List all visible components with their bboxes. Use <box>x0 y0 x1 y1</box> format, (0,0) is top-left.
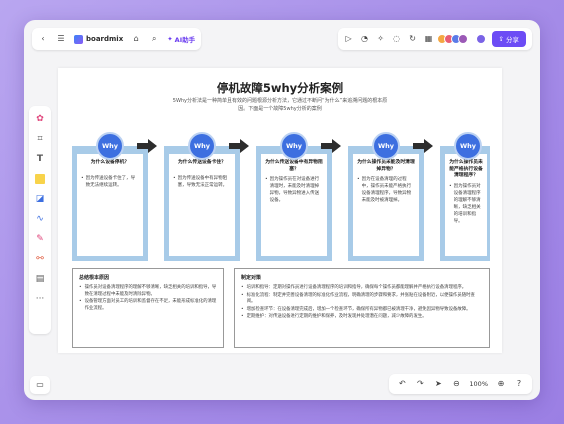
why-answer: • 因为传送设备中有异物阻塞，导致无法正常运转。 <box>169 172 235 190</box>
history-icon[interactable]: ↻ <box>408 34 418 44</box>
document-intro: 5Why分析法是一种简单且有效的问题根源分析方法，它通过不断问“为什么”来追溯问… <box>172 98 388 112</box>
ai-assistant-button[interactable]: ✦ AI助手 <box>167 34 195 44</box>
why-column[interactable]: 为什么操作员未能严格执行设备清理程序？ • 因为操作员对设备清理程序的理解不够清晰… <box>440 146 490 261</box>
vote-icon[interactable]: ✧ <box>376 34 386 44</box>
list-item: • 定期维护：对传送设备进行定期的维护和保养，及时发现并处理潜在问题，减少故障的发… <box>241 314 427 320</box>
share-icon: ⇪ <box>498 35 504 43</box>
comment-icon[interactable]: ◌ <box>392 34 402 44</box>
minimap-button[interactable]: ▭ <box>30 376 50 394</box>
arrow-right-icon <box>321 139 341 153</box>
menu-icon[interactable]: ☰ <box>56 34 66 44</box>
zoom-in-icon[interactable]: ⊕ <box>496 379 506 389</box>
ai-assistant-label: AI助手 <box>174 36 196 44</box>
why-card: 为什么传送设备中有异物阻塞？ • 因为操作员在对设备进行清理时，未能及时清理掉异物… <box>261 154 327 256</box>
why-card: 为什么操作员未能严格执行设备清理程序？ • 因为操作员对设备清理程序的理解不够清晰… <box>445 154 487 256</box>
undo-icon[interactable]: ↶ <box>397 379 407 389</box>
why-card: 为什么操作员未能及时清理掉异物？ • 因为在设备清理的过程中，操作员未能严格执行设… <box>353 154 419 256</box>
list-item-text: 标准化流程：制定并完善设备清理的标准化作业流程，明确清理的步骤和要求，并张贴在设… <box>246 292 475 305</box>
apps-icon[interactable]: ▦ <box>424 34 434 44</box>
pointer-icon[interactable]: ➤ <box>433 379 443 389</box>
help-icon[interactable]: ? <box>514 379 524 389</box>
left-toolbar: ✿ ⌗ T ◪ ∿ ✎ ⚯ ▤ ··· <box>29 106 51 334</box>
arrow-right-icon <box>137 139 157 153</box>
board-canvas[interactable]: 停机故障5why分析案例 5Why分析法是一种简单且有效的问题根源分析方法，它通… <box>58 68 502 353</box>
why-circle: Why <box>454 132 482 160</box>
why-circle: Why <box>280 132 308 160</box>
zoom-out-icon[interactable]: ⊖ <box>451 379 461 389</box>
tag-icon[interactable]: ⌂ <box>131 34 141 44</box>
arrow-right-icon <box>413 139 433 153</box>
why-circle: Why <box>372 132 400 160</box>
why-answer-text: 因为在设备清理的过程中，操作员未能严格执行设备清理程序，导致异物未能及时被清理掉… <box>361 177 412 204</box>
why-answer-text: 因为传送设备中有异物阻塞，导致无法正常运转。 <box>177 176 228 188</box>
timer-icon[interactable]: ◔ <box>360 34 370 44</box>
why-card: 为什么设备停机？ • 因为传送设备卡住了，导致无法继续运转。 <box>77 154 143 256</box>
why-column[interactable]: 为什么操作员未能及时清理掉异物？ • 因为在设备清理的过程中，操作员未能严格执行设… <box>348 146 424 261</box>
play-icon[interactable]: ▷ <box>344 34 354 44</box>
why-answer: • 因为操作员对设备清理程序的理解不够清晰，缺乏相关的培训和指导。 <box>445 180 487 226</box>
more-icon[interactable]: ··· <box>34 292 47 305</box>
table-icon[interactable]: ▤ <box>34 272 47 285</box>
list-item: • 增加检查环节：在设备清理完成后，增加一个检查环节，确保所有异物都已被清理干净，… <box>241 306 471 312</box>
redo-icon[interactable]: ↷ <box>415 379 425 389</box>
ai-sparkle-icon: ✦ <box>167 35 173 43</box>
collaborators[interactable] <box>436 34 468 44</box>
frame-icon[interactable]: ⌗ <box>34 132 47 145</box>
list-item: • 培训和指导：定期对操作员进行设备清理程序的培训和指导，确保每个操作员都能理解并… <box>241 285 467 290</box>
back-icon[interactable]: ‹ <box>38 34 48 44</box>
bottom-toolbar: ↶ ↷ ➤ ⊖ 100% ⊕ ? <box>389 374 532 394</box>
why-card: 为什么传送设备卡住？ • 因为传送设备中有异物阻塞，导致无法正常运转。 <box>169 154 235 256</box>
shape-icon[interactable]: ◪ <box>34 192 47 205</box>
app-window: ‹ ☰ boardmix ⌂ ⌕ ✦ AI助手 ▷ ◔ ✧ ◌ ↻ ▦ ⇪ 分享 <box>24 20 540 400</box>
user-avatar[interactable] <box>475 34 486 44</box>
list-item: • 标准化流程：制定并完善设备清理的标准化作业流程，明确清理的步骤和要求，并张贴在… <box>241 293 483 306</box>
sticky-note-icon[interactable] <box>34 172 47 185</box>
zoom-level[interactable]: 100% <box>469 380 488 388</box>
why-answer: • 因为操作员在对设备进行清理时，未能及时清理掉异物，导致异物进入传送设备。 <box>261 173 327 205</box>
connector-icon[interactable]: ∿ <box>34 212 47 225</box>
root-cause-list: • 操作员对设备清理程序的理解不够清晰，缺乏相关的培训和指导，导致在清理过程中未能… <box>79 285 217 312</box>
why-column[interactable]: 为什么传送设备卡住？ • 因为传送设备中有异物阻塞，导致无法正常运转。 <box>164 146 240 261</box>
minimap-icon: ▭ <box>36 380 44 389</box>
mindmap-icon[interactable]: ⚯ <box>34 252 47 265</box>
countermeasures-box[interactable]: 制定对策 • 培训和指导：定期对操作员进行设备清理程序的培训和指导，确保每个操作员… <box>234 268 490 348</box>
share-button[interactable]: ⇪ 分享 <box>491 31 526 47</box>
countermeasures-heading: 制定对策 <box>241 275 262 281</box>
avatar <box>457 34 468 44</box>
list-item: • 操作员对设备清理程序的理解不够清晰，缺乏相关的培训和指导，导致在清理过程中未能… <box>79 285 217 297</box>
why-answer-text: 因为传送设备卡住了，导致无法继续运转。 <box>85 176 136 188</box>
template-icon[interactable]: ✿ <box>34 112 47 125</box>
pen-icon[interactable]: ✎ <box>34 232 47 245</box>
list-item-text: 增加检查环节：在设备清理完成后，增加一个检查环节，确保所有异物都已被清理干净，避… <box>246 306 471 312</box>
why-column[interactable]: 为什么传送设备中有异物阻塞？ • 因为操作员在对设备进行清理时，未能及时清理掉异物… <box>256 146 332 261</box>
list-item-text: 定期维护：对传送设备进行定期的维护和保养，及时发现并处理潜在问题，减少故障的发生… <box>246 314 427 320</box>
app-name: boardmix <box>86 35 124 43</box>
why-answer-text: 因为操作员在对设备进行清理时，未能及时清理掉异物，导致异物进入传送设备。 <box>269 177 320 204</box>
list-item: • 设备管理方面对员工的培训和监督存在不足，未能形成标准化的清理作业流程。 <box>79 299 217 311</box>
top-right-toolbar: ▷ ◔ ✧ ◌ ↻ ▦ ⇪ 分享 <box>337 28 532 50</box>
root-cause-box[interactable]: 总结根本原因 • 操作员对设备清理程序的理解不够清晰，缺乏相关的培训和指导，导致在… <box>72 268 224 348</box>
why-answer-text: 因为操作员对设备清理程序的理解不够清晰，缺乏相关的培训和指导。 <box>453 184 481 224</box>
countermeasures-list: • 培训和指导：定期对操作员进行设备清理程序的培训和指导，确保每个操作员都能理解并… <box>241 285 483 321</box>
why-answer: • 因为在设备清理的过程中，操作员未能严格执行设备清理程序，导致异物未能及时被清理… <box>353 173 419 205</box>
boardmix-logo-icon <box>74 34 83 44</box>
arrow-right-icon <box>229 139 249 153</box>
root-cause-heading: 总结根本原因 <box>79 275 110 281</box>
top-left-toolbar: ‹ ☰ boardmix ⌂ ⌕ ✦ AI助手 <box>32 28 202 50</box>
list-item-text: 操作员对设备清理程序的理解不够清晰，缺乏相关的培训和指导，导致在清理过程中未能及… <box>84 285 217 297</box>
share-label: 分享 <box>506 36 519 44</box>
app-logo[interactable]: boardmix <box>74 34 124 44</box>
why-circle: Why <box>96 132 124 160</box>
list-item-text: 培训和指导：定期对操作员进行设备清理程序的培训和指导，确保每个操作员都能理解并严… <box>246 285 467 290</box>
text-icon[interactable]: T <box>34 152 47 165</box>
list-item-text: 设备管理方面对员工的培训和监督存在不足，未能形成标准化的清理作业流程。 <box>84 299 217 311</box>
search-icon[interactable]: ⌕ <box>149 34 159 44</box>
why-circle: Why <box>188 132 216 160</box>
document-title: 停机故障5why分析案例 <box>216 81 344 95</box>
why-column[interactable]: 为什么设备停机？ • 因为传送设备卡住了，导致无法继续运转。 <box>72 146 148 261</box>
why-answer: • 因为传送设备卡住了，导致无法继续运转。 <box>77 172 143 190</box>
